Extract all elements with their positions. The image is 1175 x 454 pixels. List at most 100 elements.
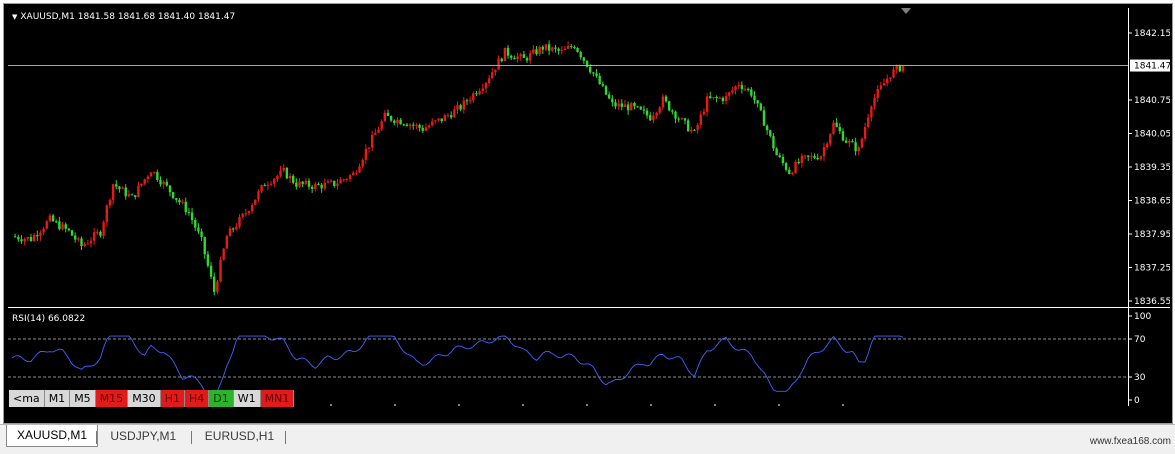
- candle-body: [203, 236, 206, 255]
- candle-body: [468, 100, 472, 102]
- candle-body: [456, 105, 459, 110]
- candle-body: [718, 97, 721, 99]
- candle-body: [408, 124, 412, 127]
- candle-body: [601, 84, 605, 86]
- candle-body: [370, 134, 374, 148]
- candle-body: [453, 109, 456, 118]
- candle-body: [822, 147, 826, 157]
- timeframe-button-d1[interactable]: D1: [209, 390, 234, 407]
- candle-body: [844, 140, 848, 143]
- candle-body: [61, 224, 64, 230]
- chart-tab-xauusdm1[interactable]: XAUUSD,M1: [6, 425, 99, 447]
- candle-body: [604, 85, 608, 95]
- candle-body: [111, 184, 115, 200]
- candle-body: [434, 120, 437, 122]
- candle-body: [649, 115, 652, 121]
- timeframe-button-w1[interactable]: W1: [233, 390, 261, 407]
- candle-body: [168, 185, 172, 193]
- candle-body: [288, 175, 292, 179]
- candle-body: [484, 83, 488, 89]
- candle-body: [819, 156, 823, 160]
- candle-body: [431, 121, 434, 126]
- candle-body: [374, 132, 377, 135]
- chart-tab-eurusdh1[interactable]: EURUSD,H1: [195, 427, 284, 446]
- candle-body: [551, 47, 554, 51]
- candle-body: [535, 49, 538, 55]
- chart-tab-usdjpym1[interactable]: USDJPY,M1: [100, 427, 186, 446]
- candle-body: [36, 235, 39, 237]
- candle-body: [623, 104, 627, 107]
- timeframe-button-m15[interactable]: M15: [95, 390, 129, 407]
- candle-body: [225, 236, 229, 249]
- tab-separator: [96, 431, 98, 444]
- candle-body: [898, 65, 902, 72]
- chart-canvas[interactable]: 1842.15 1840.75 1840.05 1839.35 1838.65 1837.…: [8, 8, 1170, 406]
- candle-body: [614, 102, 617, 107]
- candle-body: [99, 231, 102, 236]
- candle-body: [731, 90, 734, 93]
- candle-body: [326, 181, 330, 183]
- tab-separator: [285, 431, 287, 444]
- candle-body: [67, 228, 71, 231]
- candle-body: [693, 129, 696, 131]
- candle-body: [683, 118, 687, 121]
- candle-body: [134, 195, 137, 197]
- candle-body: [70, 230, 74, 236]
- chart-window[interactable]: 1842.15 1840.75 1840.05 1839.35 1838.65 1837.…: [3, 3, 1173, 424]
- collapse-triangle-icon[interactable]: ▼: [12, 13, 17, 21]
- candle-body: [667, 101, 671, 111]
- rsi-level-label: 0: [1134, 396, 1140, 406]
- candle-body: [487, 78, 491, 84]
- candle-body: [506, 47, 510, 56]
- candle-body: [674, 111, 677, 119]
- candle-body: [788, 169, 791, 174]
- candle-body: [532, 49, 535, 54]
- candle-body: [570, 46, 573, 48]
- candle-body: [364, 148, 368, 160]
- candle-body: [105, 205, 108, 223]
- candle-body: [269, 183, 273, 185]
- candle-body: [636, 106, 639, 108]
- candle-body: [235, 226, 238, 230]
- candle-body: [222, 248, 225, 260]
- candle-body: [292, 175, 295, 183]
- candle-body: [184, 201, 187, 213]
- candle-body: [96, 231, 99, 233]
- candle-body: [592, 72, 595, 74]
- candle-body: [607, 94, 611, 99]
- candle-body: [244, 213, 248, 215]
- timeframe-button-mn1[interactable]: MN1: [260, 390, 295, 407]
- timeframe-button-h1[interactable]: H1: [160, 390, 185, 407]
- candle-body: [825, 143, 829, 148]
- candle-body: [279, 170, 282, 176]
- candle-body: [863, 126, 867, 139]
- candle-body: [80, 238, 83, 247]
- candle-body: [310, 186, 314, 189]
- candle-body: [386, 112, 390, 116]
- candle-body: [159, 179, 162, 185]
- timeframe-button-ma[interactable]: <ma: [9, 390, 45, 407]
- candle-body: [696, 125, 699, 130]
- timeframe-button-m5[interactable]: M5: [70, 390, 96, 407]
- candle-body: [797, 161, 800, 164]
- timeframe-button-m30[interactable]: M30: [128, 390, 161, 407]
- candle-body: [658, 107, 661, 113]
- price-tick-label: 1842.15: [1134, 29, 1170, 39]
- timeframe-button-m1[interactable]: M1: [44, 390, 71, 407]
- candle-body: [42, 228, 45, 233]
- candle-body: [48, 215, 52, 222]
- candle-body: [734, 86, 737, 91]
- candle-body: [146, 176, 150, 180]
- candle-body: [807, 155, 810, 157]
- chart-shift-marker-icon[interactable]: [901, 8, 911, 14]
- rsi-level-label: 70: [1134, 335, 1146, 345]
- price-tick-label: 1840.05: [1134, 130, 1170, 140]
- timeframe-button-h4[interactable]: H4: [184, 390, 210, 407]
- candle-body: [118, 186, 121, 189]
- candle-body: [415, 124, 418, 126]
- candle-body: [557, 48, 560, 51]
- candle-body: [389, 115, 393, 121]
- candle-body: [206, 254, 210, 266]
- candle-body: [589, 66, 592, 73]
- candle-body: [661, 96, 665, 108]
